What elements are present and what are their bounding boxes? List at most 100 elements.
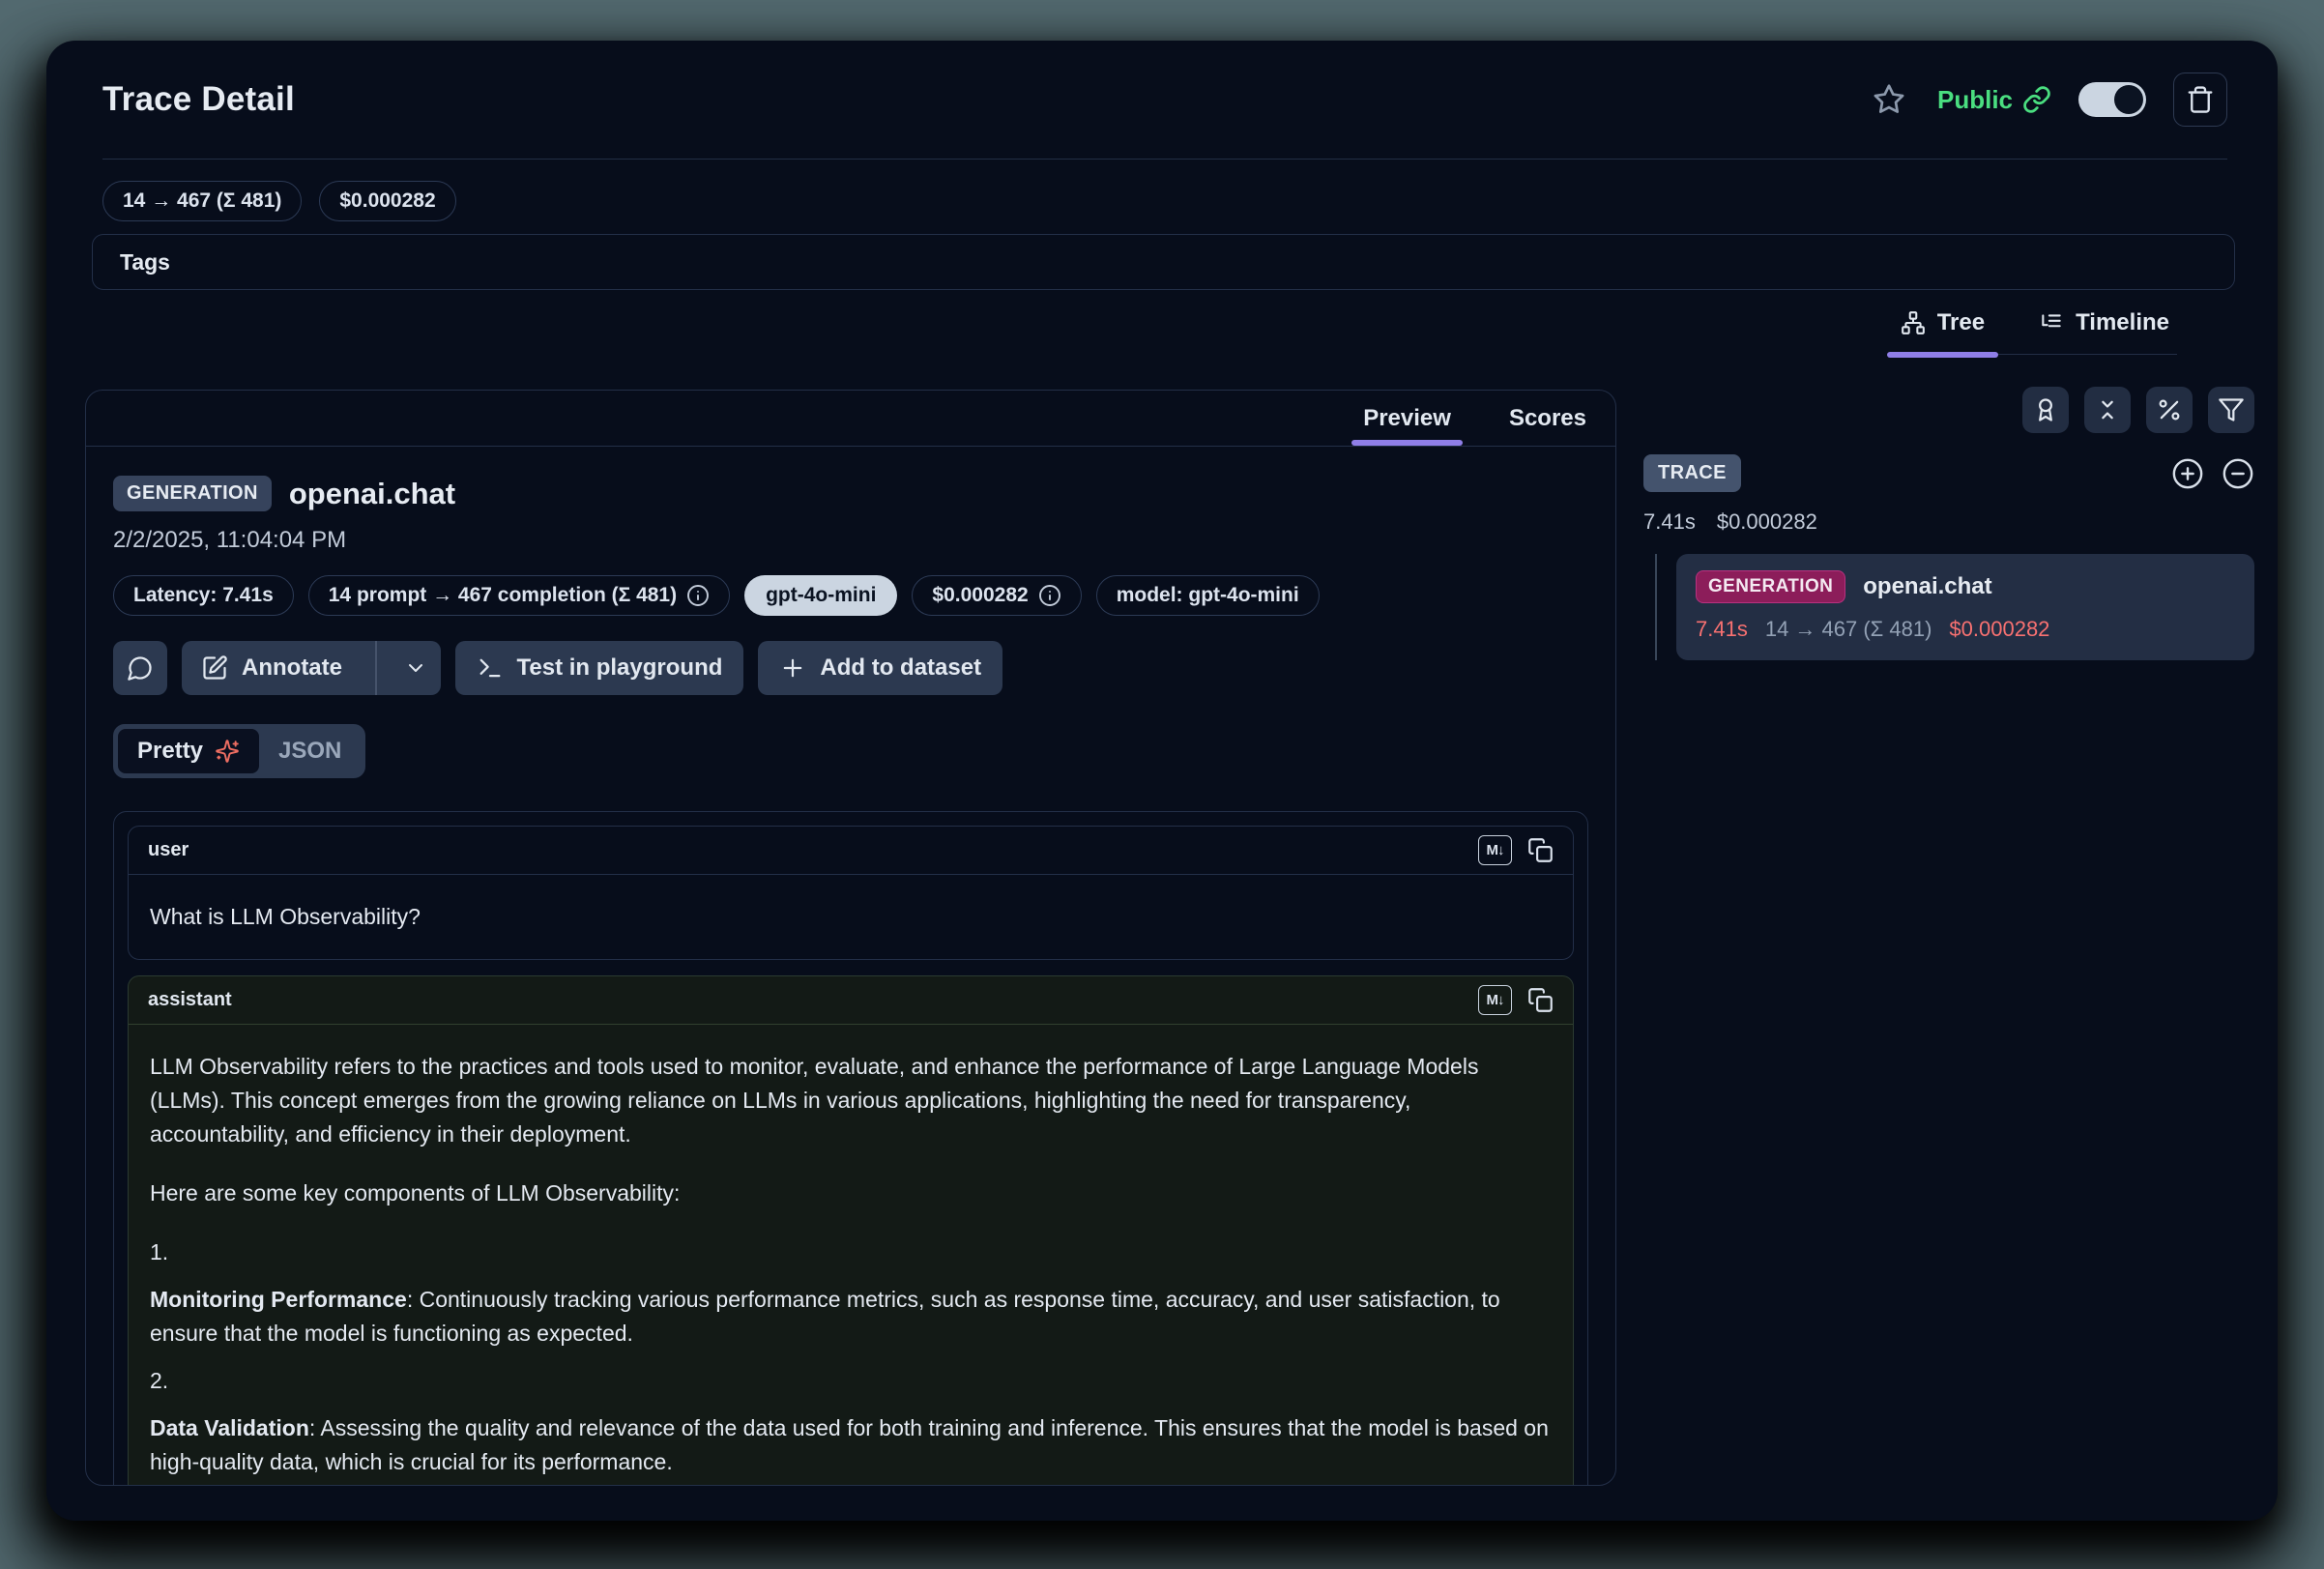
expand-all-icon[interactable] xyxy=(2171,457,2204,490)
playground-button[interactable]: Test in playground xyxy=(455,641,744,695)
metrics-toolbar-button[interactable] xyxy=(2146,387,2193,433)
comment-icon xyxy=(127,654,154,682)
chevron-down-icon xyxy=(404,656,427,680)
assistant-paragraph: LLM Observability refers to the practice… xyxy=(150,1050,1552,1151)
add-to-dataset-button[interactable]: Add to dataset xyxy=(758,641,1002,695)
trace-tree-sidebar: TRACE 7.41s $0.000282 GENERATION openai.… xyxy=(1643,387,2254,660)
annotate-main[interactable]: Annotate xyxy=(182,641,362,695)
user-message-header: user M↓ xyxy=(129,827,1573,875)
scores-toolbar-button[interactable] xyxy=(2022,387,2069,433)
trace-token-usage-badge: 14 → 467 (Σ 481) xyxy=(102,181,302,221)
trace-cost: $0.000282 xyxy=(1717,509,1817,535)
user-message-content: What is LLM Observability? xyxy=(129,875,1573,959)
collapse-all-icon[interactable] xyxy=(2222,457,2254,490)
list-item-text: Data Validation: Assessing the quality a… xyxy=(150,1411,1552,1479)
tab-scores-label: Scores xyxy=(1509,405,1586,432)
tab-tree[interactable]: Tree xyxy=(1895,304,1990,354)
tab-preview-label: Preview xyxy=(1363,405,1451,432)
percent-icon xyxy=(2156,396,2183,423)
trace-latency: 7.41s xyxy=(1643,509,1696,535)
assistant-message-actions: M↓ xyxy=(1478,985,1554,1015)
terminal-icon xyxy=(477,654,504,682)
markdown-toggle-icon[interactable]: M↓ xyxy=(1478,835,1512,865)
assistant-message-content: LLM Observability refers to the practice… xyxy=(129,1025,1573,1486)
edit-icon xyxy=(201,654,228,682)
tab-timeline[interactable]: Timeline xyxy=(2033,304,2175,354)
generation-node[interactable]: GENERATION openai.chat 7.41s 14 → 467 (Σ… xyxy=(1676,554,2254,660)
list-item: 1. Monitoring Performance: Continuously … xyxy=(150,1235,1552,1351)
tags-label: Tags xyxy=(120,249,170,276)
tree-node-row: GENERATION openai.chat 7.41s 14 → 467 (Σ… xyxy=(1643,554,2254,660)
list-item-term: Monitoring Performance xyxy=(150,1287,407,1312)
comments-button[interactable] xyxy=(113,641,167,695)
pretty-segment[interactable]: Pretty xyxy=(118,729,259,773)
delete-trace-button[interactable] xyxy=(2173,73,2227,127)
markdown-toggle-icon[interactable]: M↓ xyxy=(1478,985,1512,1015)
trace-badges: 14 → 467 (Σ 481) $0.000282 xyxy=(102,181,456,221)
assistant-role-label: assistant xyxy=(148,989,232,1011)
add-to-dataset-label: Add to dataset xyxy=(820,654,981,682)
tab-tree-label: Tree xyxy=(1937,309,1985,336)
bookmark-button[interactable] xyxy=(1868,78,1910,121)
copy-icon[interactable] xyxy=(1527,837,1554,863)
pretty-label: Pretty xyxy=(137,738,203,765)
trace-summary: 7.41s $0.000282 xyxy=(1643,509,2254,535)
tab-timeline-label: Timeline xyxy=(2076,309,2169,336)
latency-value: Latency: 7.41s xyxy=(133,584,274,607)
filter-icon xyxy=(2218,396,2245,423)
list-item-number: 2. xyxy=(150,1364,1552,1398)
annotate-dropdown[interactable] xyxy=(391,641,441,695)
model-chip[interactable]: gpt-4o-mini xyxy=(744,575,897,616)
filter-toolbar-button[interactable] xyxy=(2208,387,2254,433)
tab-scores[interactable]: Scores xyxy=(1501,391,1594,446)
plus-icon xyxy=(779,654,806,682)
io-preview: user M↓ What is LLM Observability? assis… xyxy=(113,811,1588,1486)
toggle-knob xyxy=(2114,85,2143,114)
fold-vertical-icon xyxy=(2094,396,2121,423)
tree-guide-line xyxy=(1655,554,1657,660)
assistant-paragraph: Here are some key components of LLM Obse… xyxy=(150,1177,1552,1210)
tags-input[interactable]: Tags xyxy=(92,234,2235,290)
observation-timestamp: 2/2/2025, 11:04:04 PM xyxy=(113,527,1588,554)
collapse-toolbar-button[interactable] xyxy=(2084,387,2131,433)
token-usage-value: 14 prompt → 467 completion (Σ 481) xyxy=(329,584,677,607)
user-message-actions: M↓ xyxy=(1478,835,1554,865)
observation-type-badge: GENERATION xyxy=(113,476,272,511)
trace-node-row: TRACE xyxy=(1643,454,2254,492)
sparkles-icon xyxy=(215,739,240,764)
cost-badge: $0.000282 xyxy=(912,575,1081,616)
tab-preview[interactable]: Preview xyxy=(1355,391,1459,446)
trace-detail-window: Trace Detail Public 14 → 467 (Σ 481) $0.… xyxy=(46,41,2278,1521)
action-buttons: Annotate Test in playground Add to datas… xyxy=(113,641,1588,695)
trace-token-usage: 14 → 467 (Σ 481) xyxy=(123,189,281,213)
token-usage-badge: 14 prompt → 467 completion (Σ 481) xyxy=(308,575,730,616)
generation-node-header: GENERATION openai.chat xyxy=(1696,570,2235,603)
list-item-number: 1. xyxy=(150,1235,1552,1269)
public-share-link[interactable]: Public xyxy=(1937,85,2051,115)
node-cost: $0.000282 xyxy=(1949,617,2049,642)
latency-badge: Latency: 7.41s xyxy=(113,575,294,616)
public-toggle[interactable] xyxy=(2078,82,2146,117)
list-item-term: Data Validation xyxy=(150,1415,309,1440)
json-label: JSON xyxy=(278,738,341,765)
list-item: 2. Data Validation: Assessing the qualit… xyxy=(150,1364,1552,1479)
copy-icon[interactable] xyxy=(1527,987,1554,1013)
annotate-button[interactable]: Annotate xyxy=(182,641,441,695)
format-toggle: Pretty JSON xyxy=(113,724,365,778)
observation-body: GENERATION openai.chat 2/2/2025, 11:04:0… xyxy=(86,447,1615,1486)
trash-icon xyxy=(2186,85,2215,114)
generation-node-badge: GENERATION xyxy=(1696,570,1845,603)
trace-cost: $0.000282 xyxy=(339,189,435,213)
user-role-label: user xyxy=(148,839,189,861)
link-icon xyxy=(2022,85,2051,114)
view-tabs: Tree Timeline xyxy=(1893,304,2177,355)
sidebar-toolbar xyxy=(1643,387,2254,433)
timeline-icon xyxy=(2039,310,2064,335)
info-icon[interactable] xyxy=(1038,584,1061,607)
topbar-actions: Public xyxy=(1868,73,2227,127)
node-token-usage: 14 → 467 (Σ 481) xyxy=(1765,617,1932,642)
json-segment[interactable]: JSON xyxy=(259,729,361,773)
assistant-message: assistant M↓ LLM Observability refers to… xyxy=(128,975,1574,1486)
page-title: Trace Detail xyxy=(102,80,295,119)
info-icon[interactable] xyxy=(686,584,710,607)
